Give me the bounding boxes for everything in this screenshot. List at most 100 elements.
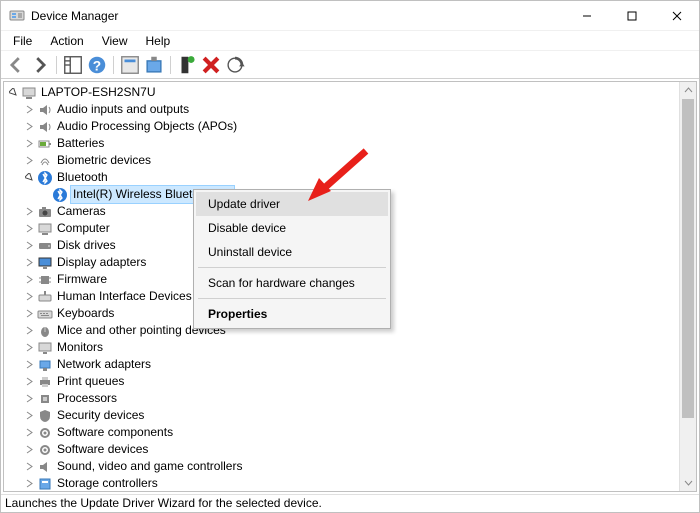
node-label: Firmware — [57, 271, 107, 288]
expander-closed-icon[interactable] — [22, 120, 36, 134]
expander-closed-icon[interactable] — [22, 103, 36, 117]
disk-icon — [37, 238, 53, 254]
node-label: Audio inputs and outputs — [57, 101, 189, 118]
context-menu: Update driver Disable device Uninstall d… — [193, 189, 391, 329]
properties-button[interactable] — [119, 54, 141, 76]
expander-closed-icon[interactable] — [22, 239, 36, 253]
status-text: Launches the Update Driver Wizard for th… — [5, 496, 322, 510]
node-label: Display adapters — [57, 254, 146, 271]
gear-icon — [37, 442, 53, 458]
expander-closed-icon[interactable] — [22, 477, 36, 491]
expander-closed-icon[interactable] — [22, 409, 36, 423]
monitor-icon — [37, 340, 53, 356]
expander-closed-icon[interactable] — [22, 137, 36, 151]
status-bar: Launches the Update Driver Wizard for th… — [1, 494, 699, 512]
expander-closed-icon[interactable] — [22, 460, 36, 474]
scroll-thumb[interactable] — [682, 99, 694, 418]
tree-node-audio[interactable]: Audio inputs and outputs — [4, 101, 696, 118]
toolbar-separator — [56, 56, 57, 74]
expander-closed-icon[interactable] — [22, 392, 36, 406]
tree-node-print[interactable]: Print queues — [4, 373, 696, 390]
expander-closed-icon[interactable] — [22, 341, 36, 355]
node-label: Disk drives — [57, 237, 116, 254]
toolbar: ? — [1, 51, 699, 79]
shield-icon — [37, 408, 53, 424]
ctx-update-driver[interactable]: Update driver — [196, 192, 388, 216]
scroll-up-button[interactable] — [680, 82, 696, 99]
tree-node-network[interactable]: Network adapters — [4, 356, 696, 373]
tree-root[interactable]: LAPTOP-ESH2SN7U — [4, 84, 696, 101]
expander-closed-icon[interactable] — [22, 205, 36, 219]
expander-closed-icon[interactable] — [22, 324, 36, 338]
node-label: Monitors — [57, 339, 103, 356]
node-label: Batteries — [57, 135, 104, 152]
enable-button[interactable] — [176, 54, 198, 76]
computer-icon — [37, 221, 53, 237]
cpu-icon — [37, 391, 53, 407]
window-controls — [564, 1, 699, 31]
tree-node-batteries[interactable]: Batteries — [4, 135, 696, 152]
scroll-down-button[interactable] — [680, 474, 696, 491]
node-label: Audio Processing Objects (APOs) — [57, 118, 237, 135]
tree-node-swdev[interactable]: Software devices — [4, 441, 696, 458]
node-label: Computer — [57, 220, 110, 237]
uninstall-button[interactable] — [200, 54, 222, 76]
ctx-separator — [198, 298, 386, 299]
tree-node-storage[interactable]: Storage controllers — [4, 475, 696, 491]
hid-icon — [37, 289, 53, 305]
expander-closed-icon[interactable] — [22, 426, 36, 440]
expander-closed-icon[interactable] — [22, 443, 36, 457]
scroll-track[interactable] — [680, 99, 696, 474]
menu-bar: File Action View Help — [1, 31, 699, 51]
ctx-properties[interactable]: Properties — [196, 302, 388, 326]
menu-help[interactable]: Help — [138, 33, 179, 49]
ctx-scan-hardware[interactable]: Scan for hardware changes — [196, 271, 388, 295]
expander-open-icon[interactable] — [6, 86, 20, 100]
menu-view[interactable]: View — [94, 33, 136, 49]
forward-button[interactable] — [29, 54, 51, 76]
back-button[interactable] — [5, 54, 27, 76]
expander-closed-icon[interactable] — [22, 256, 36, 270]
help-button[interactable]: ? — [86, 54, 108, 76]
update-driver-button[interactable] — [143, 54, 165, 76]
expander-closed-icon[interactable] — [22, 290, 36, 304]
tree-node-sound[interactable]: Sound, video and game controllers — [4, 458, 696, 475]
show-hide-tree-button[interactable] — [62, 54, 84, 76]
vertical-scrollbar[interactable] — [679, 82, 696, 491]
expander-open-icon[interactable] — [22, 171, 36, 185]
scan-hardware-button[interactable] — [224, 54, 246, 76]
tree-node-processors[interactable]: Processors — [4, 390, 696, 407]
node-label: Bluetooth — [57, 169, 108, 186]
expander-closed-icon[interactable] — [22, 307, 36, 321]
tree-node-bluetooth[interactable]: Bluetooth — [4, 169, 696, 186]
tree-node-monitors[interactable]: Monitors — [4, 339, 696, 356]
ctx-uninstall-device[interactable]: Uninstall device — [196, 240, 388, 264]
menu-file[interactable]: File — [5, 33, 40, 49]
tree-node-swcomp[interactable]: Software components — [4, 424, 696, 441]
ctx-disable-device[interactable]: Disable device — [196, 216, 388, 240]
node-label: Keyboards — [57, 305, 114, 322]
node-label: Storage controllers — [57, 475, 158, 491]
expander-closed-icon[interactable] — [22, 273, 36, 287]
expander-closed-icon[interactable] — [22, 358, 36, 372]
minimize-button[interactable] — [564, 1, 609, 31]
title-bar: Device Manager — [1, 1, 699, 31]
tree-node-biometric[interactable]: Biometric devices — [4, 152, 696, 169]
fingerprint-icon — [37, 153, 53, 169]
camera-icon — [37, 204, 53, 220]
node-label: Security devices — [57, 407, 144, 424]
expander-closed-icon[interactable] — [22, 154, 36, 168]
tree-node-apo[interactable]: Audio Processing Objects (APOs) — [4, 118, 696, 135]
tree-node-security[interactable]: Security devices — [4, 407, 696, 424]
audio-icon — [37, 102, 53, 118]
close-button[interactable] — [654, 1, 699, 31]
ctx-separator — [198, 267, 386, 268]
node-label: Human Interface Devices — [57, 288, 192, 305]
svg-text:?: ? — [93, 58, 101, 73]
audio-icon — [37, 459, 53, 475]
expander-closed-icon[interactable] — [22, 222, 36, 236]
expander-closed-icon[interactable] — [22, 375, 36, 389]
network-icon — [37, 357, 53, 373]
menu-action[interactable]: Action — [42, 33, 91, 49]
maximize-button[interactable] — [609, 1, 654, 31]
